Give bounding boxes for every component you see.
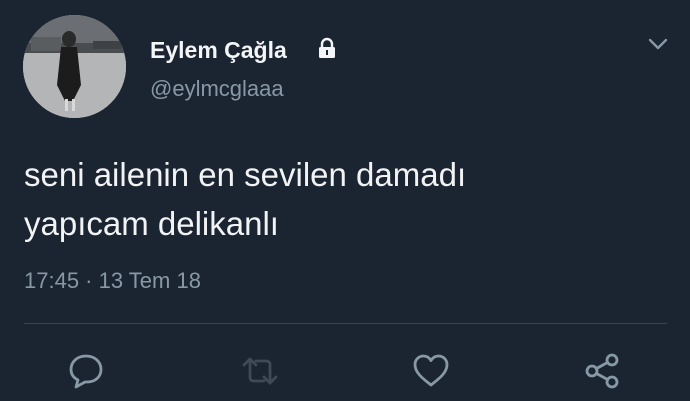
timestamp[interactable]: 17:45 · 13 Tem 18: [24, 268, 201, 294]
avatar-photo: [23, 15, 126, 118]
tweet-text: seni ailenin en sevilen damadı yapıcam d…: [24, 150, 664, 248]
divider: [24, 323, 667, 324]
display-name[interactable]: Eylem Çağla: [150, 37, 287, 64]
retweet-button[interactable]: [240, 351, 280, 391]
lock-icon: [319, 37, 335, 58]
tweet-card: Eylem Çağla @eylmcglaaa seni ailenin en …: [0, 0, 690, 401]
speech-bubble-icon: [69, 354, 103, 389]
reply-button[interactable]: [66, 351, 106, 391]
retweet-arrows-icon: [242, 357, 278, 385]
tweet-text-line: yapıcam delikanlı: [24, 205, 279, 242]
avatar[interactable]: [23, 15, 126, 118]
share-nodes-icon: [585, 353, 619, 389]
handle[interactable]: @eylmcglaaa: [150, 76, 284, 102]
chevron-down-icon[interactable]: [647, 36, 669, 52]
share-button[interactable]: [583, 351, 623, 391]
heart-icon: [413, 354, 449, 387]
tweet-text-line: seni ailenin en sevilen damadı: [24, 156, 467, 193]
like-button[interactable]: [411, 351, 451, 391]
